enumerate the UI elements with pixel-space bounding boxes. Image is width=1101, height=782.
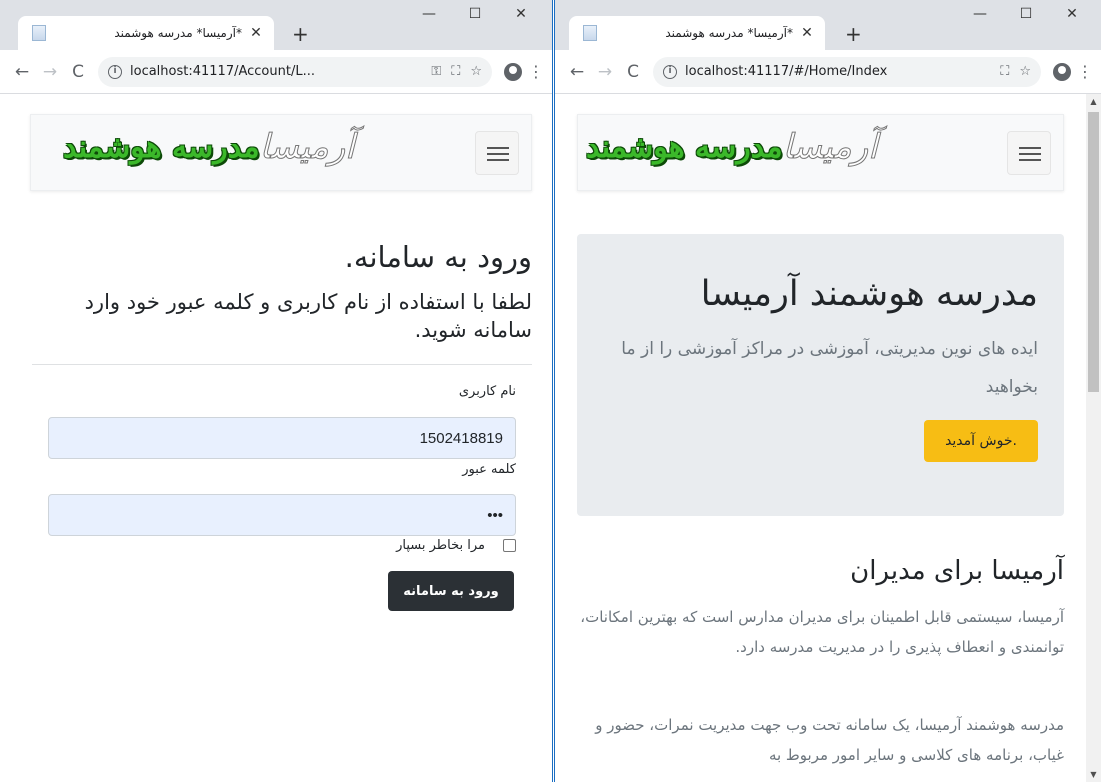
site-navbar: آرمیسا مدرسه هوشمند [577, 114, 1064, 191]
scroll-thumb[interactable] [1088, 112, 1099, 392]
maximize-icon[interactable]: ☐ [452, 6, 498, 22]
translate-icon[interactable]: ⛶ [451, 64, 460, 79]
section-paragraph-2: مدرسه هوشمند آرمیسا، یک سامانه تحت وب جه… [595, 716, 1064, 764]
profile-avatar-icon[interactable] [1053, 62, 1071, 81]
translate-icon[interactable]: ⛶ [1000, 64, 1009, 79]
url-text: localhost:41117/#/Home/Index [685, 64, 888, 79]
remember-label: مرا بخاطر بسپار [396, 538, 485, 553]
password-field[interactable]: ••• [48, 494, 516, 536]
remember-checkbox[interactable] [503, 539, 516, 552]
browser-toolbar: ← → C i localhost:41117/Account/L... ⚿ ⛶… [0, 50, 552, 94]
divider [32, 364, 532, 365]
url-text: localhost:41117/Account/L... [130, 64, 315, 79]
minimize-icon[interactable]: — [957, 6, 1003, 22]
page-favicon-icon [583, 25, 597, 41]
welcome-button[interactable]: خوش آمدید. [924, 420, 1038, 462]
page-favicon-icon [32, 25, 46, 41]
site-logo[interactable]: آرمیسا مدرسه هوشمند [63, 127, 363, 168]
page-content: آرمیسا مدرسه هوشمند ورود به سامانه. لطفا… [0, 94, 552, 782]
hamburger-menu-icon[interactable] [475, 131, 519, 175]
browser-tab[interactable]: *آرمیسا* مدرسه هوشمند ✕ [569, 16, 825, 50]
new-tab-icon[interactable]: + [845, 22, 862, 46]
key-icon[interactable]: ⚿ [431, 64, 441, 79]
title-bar: *آرمیسا* مدرسه هوشمند ✕ + — ☐ ✕ [0, 0, 552, 50]
close-tab-icon[interactable]: ✕ [248, 25, 264, 41]
menu-kebab-icon[interactable]: ⋮ [1077, 62, 1093, 81]
remember-me: مرا بخاطر بسپار [396, 538, 516, 553]
close-tab-icon[interactable]: ✕ [799, 25, 815, 41]
section-heading: آرمیسا برای مدیران [850, 556, 1064, 586]
browser-window-login: *آرمیسا* مدرسه هوشمند ✕ + — ☐ ✕ ← → C i … [0, 0, 553, 782]
username-field[interactable]: 1502418819 [48, 417, 516, 459]
browser-tab[interactable]: *آرمیسا* مدرسه هوشمند ✕ [18, 16, 274, 50]
title-bar: *آرمیسا* مدرسه هوشمند ✕ + — ☐ ✕ [555, 0, 1101, 50]
password-label: کلمه عبور [462, 462, 516, 477]
window-controls: — ☐ ✕ [957, 6, 1095, 22]
browser-toolbar: ← → C i localhost:41117/#/Home/Index ⛶ ☆… [555, 50, 1101, 94]
window-controls: — ☐ ✕ [406, 6, 544, 22]
site-navbar: آرمیسا مدرسه هوشمند [30, 114, 532, 191]
logo-brand: آرمیسا [259, 127, 355, 168]
site-info-icon[interactable]: i [108, 64, 122, 79]
star-icon[interactable]: ☆ [1019, 64, 1031, 79]
back-icon[interactable]: ← [563, 62, 591, 82]
section-paragraph-1: آرمیسا، سیستمی قابل اطمینان برای مدیران … [580, 608, 1064, 656]
jumbotron: مدرسه هوشمند آرمیسا ایده های نوین مدیریت… [577, 234, 1064, 516]
menu-kebab-icon[interactable]: ⋮ [528, 62, 544, 81]
logo-text: مدرسه هوشمند [586, 129, 783, 165]
address-bar[interactable]: i localhost:41117/Account/L... ⚿ ⛶ ☆ [98, 56, 492, 87]
scroll-down-icon[interactable]: ▼ [1086, 770, 1101, 779]
site-info-icon[interactable]: i [663, 64, 677, 79]
page-subtitle: لطفا با استفاده از نام کاربری و کلمه عبو… [84, 290, 532, 342]
reload-icon[interactable]: C [619, 62, 647, 82]
tab-title: *آرمیسا* مدرسه هوشمند [114, 26, 242, 40]
site-logo[interactable]: آرمیسا مدرسه هوشمند [586, 127, 886, 168]
forward-icon[interactable]: → [591, 62, 619, 82]
star-icon[interactable]: ☆ [470, 64, 482, 79]
new-tab-icon[interactable]: + [292, 22, 309, 46]
jumbotron-title: مدرسه هوشمند آرمیسا [700, 274, 1038, 314]
jumbotron-lead: ایده های نوین مدیریتی، آموزشی در مراکز آ… [621, 339, 1038, 397]
back-icon[interactable]: ← [8, 62, 36, 82]
username-label: نام کاربری [458, 384, 516, 399]
address-bar[interactable]: i localhost:41117/#/Home/Index ⛶ ☆ [653, 56, 1041, 87]
close-window-icon[interactable]: ✕ [498, 6, 544, 22]
login-button[interactable]: ورود به سامانه [388, 571, 514, 611]
vertical-scrollbar[interactable]: ▲ ▼ [1086, 94, 1101, 782]
logo-text: مدرسه هوشمند [63, 129, 260, 165]
logo-brand: آرمیسا [782, 127, 878, 168]
profile-avatar-icon[interactable] [504, 62, 522, 81]
forward-icon[interactable]: → [36, 62, 64, 82]
browser-window-home: *آرمیسا* مدرسه هوشمند ✕ + — ☐ ✕ ← → C i … [554, 0, 1101, 782]
page-content: آرمیسا مدرسه هوشمند مدرسه هوشمند آرمیسا … [555, 94, 1086, 782]
close-window-icon[interactable]: ✕ [1049, 6, 1095, 22]
tab-title: *آرمیسا* مدرسه هوشمند [665, 26, 793, 40]
reload-icon[interactable]: C [64, 62, 92, 82]
scroll-up-icon[interactable]: ▲ [1086, 97, 1101, 106]
page-title: ورود به سامانه. [344, 240, 532, 274]
minimize-icon[interactable]: — [406, 6, 452, 22]
hamburger-menu-icon[interactable] [1007, 131, 1051, 175]
maximize-icon[interactable]: ☐ [1003, 6, 1049, 22]
